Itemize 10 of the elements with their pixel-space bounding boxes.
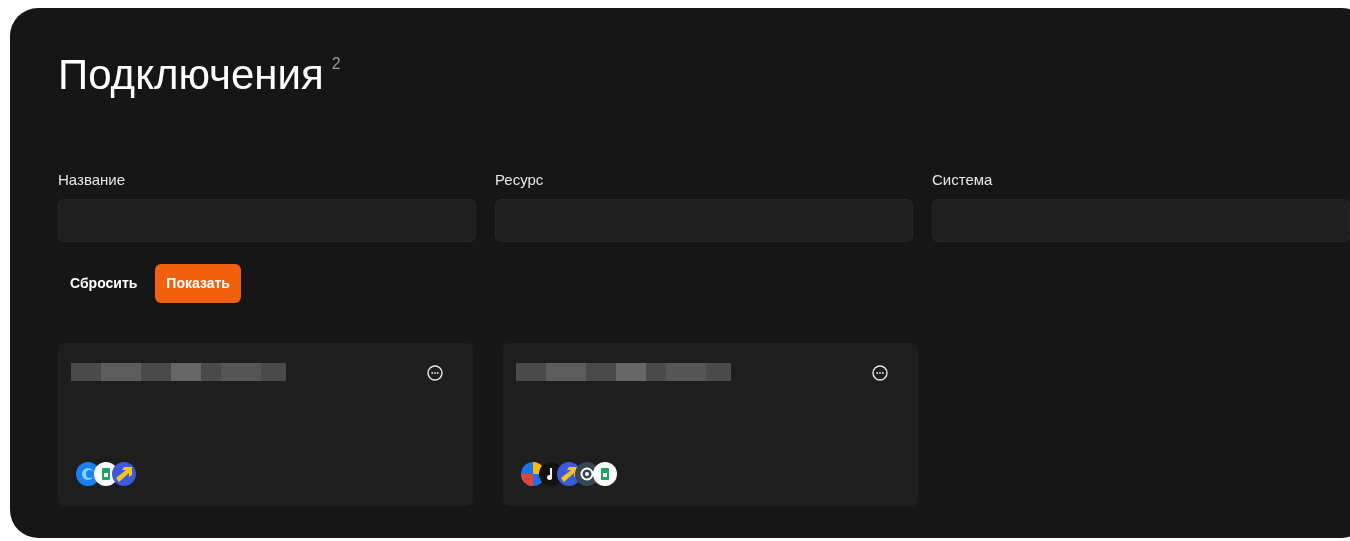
reset-button[interactable]: Сбросить <box>58 264 150 303</box>
count-label: 2 <box>331 54 341 74</box>
field-label: Система <box>932 170 994 190</box>
field-label: Ресурс <box>495 170 545 190</box>
field-label: Название <box>58 170 127 190</box>
more-icon[interactable] <box>872 365 888 381</box>
service-logo-icon <box>593 462 617 486</box>
page-title: Подключения <box>58 50 324 100</box>
more-icon[interactable] <box>427 365 443 381</box>
service-logo-icon <box>112 462 136 486</box>
